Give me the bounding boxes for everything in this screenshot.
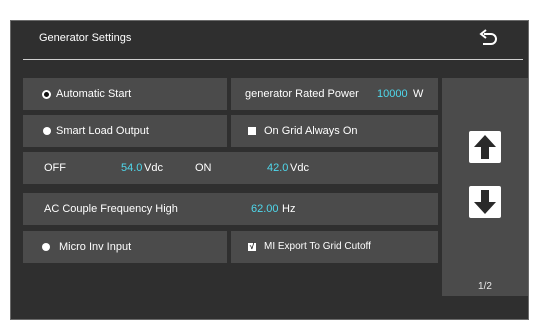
checkbox-checked-icon[interactable]: √ (248, 243, 256, 251)
generator-settings-panel: Generator Settings Automatic Start gener… (10, 20, 529, 320)
micro-inv-input-label: Micro Inv Input (59, 241, 132, 253)
header-divider (23, 59, 523, 60)
page-indicator: 1/2 (478, 281, 492, 292)
ac-couple-frequency-label: AC Couple Frequency High (44, 203, 178, 215)
ac-couple-frequency-unit: Hz (282, 203, 296, 215)
on-voltage-unit: Vdc (290, 162, 309, 174)
automatic-start-label: Automatic Start (56, 88, 132, 100)
on-label: ON (195, 162, 212, 174)
page-navigation: 1/2 (442, 78, 528, 296)
rated-power-value[interactable]: 10000 (377, 78, 408, 110)
ac-couple-frequency-row: AC Couple Frequency High 62.00 Hz (23, 193, 438, 225)
rated-power-field[interactable]: generator Rated Power 10000 W (231, 78, 438, 110)
off-voltage-value[interactable]: 54.0 (121, 152, 142, 184)
ac-couple-frequency-value[interactable]: 62.00 (251, 193, 279, 225)
rated-power-label: generator Rated Power (245, 88, 359, 100)
page-title: Generator Settings (39, 32, 132, 44)
off-label: OFF (44, 162, 66, 174)
arrow-down-icon[interactable] (469, 186, 501, 218)
arrow-up-icon[interactable] (469, 131, 501, 163)
rated-power-unit: W (413, 88, 424, 100)
off-on-voltage-row: OFF 54.0 Vdc ON 42.0 Vdc (23, 152, 438, 184)
on-grid-always-on-checkbox[interactable]: On Grid Always On (231, 115, 438, 147)
smart-load-output-label: Smart Load Output (56, 125, 149, 137)
automatic-start-option[interactable]: Automatic Start (23, 78, 227, 110)
off-voltage-unit: Vdc (144, 162, 163, 174)
radio-selected-icon (43, 127, 51, 135)
radio-selected-icon (42, 243, 50, 251)
mi-export-cutoff-checkbox[interactable]: √ MI Export To Grid Cutoff (231, 231, 438, 263)
on-grid-always-on-label: On Grid Always On (264, 125, 358, 137)
radio-unselected-icon (42, 90, 51, 99)
micro-inv-input-option[interactable]: Micro Inv Input (23, 231, 227, 263)
checkbox-icon[interactable] (248, 127, 256, 135)
on-voltage-value[interactable]: 42.0 (267, 152, 288, 184)
back-arrow-icon[interactable] (478, 29, 498, 49)
mi-export-cutoff-label: MI Export To Grid Cutoff (264, 241, 371, 252)
smart-load-output-option[interactable]: Smart Load Output (23, 115, 227, 147)
